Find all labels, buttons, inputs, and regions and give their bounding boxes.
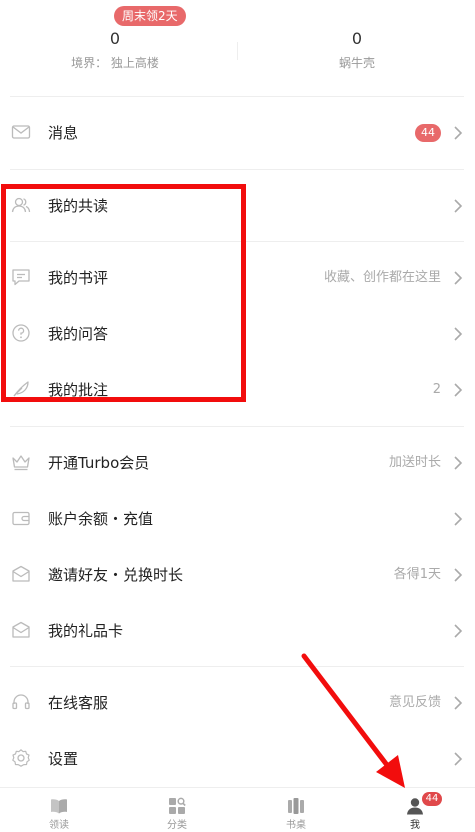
menu-label: 在线客服 bbox=[48, 694, 109, 712]
tab-shelf[interactable]: 书桌 bbox=[237, 788, 355, 832]
chevron-right-icon bbox=[454, 327, 463, 341]
profile-stats: 周末领2天 0 境界： 独上高楼 0 蜗牛壳 bbox=[0, 0, 475, 96]
shells-stat[interactable]: 0 蜗牛壳 bbox=[262, 28, 452, 71]
divider bbox=[10, 169, 464, 170]
divider bbox=[10, 666, 464, 667]
gear-icon bbox=[12, 749, 30, 767]
chevron-right-icon bbox=[454, 456, 463, 470]
crown-icon bbox=[12, 455, 30, 471]
tab-label: 我 bbox=[410, 820, 420, 831]
chevron-right-icon bbox=[454, 199, 463, 213]
tab-label: 书桌 bbox=[286, 820, 306, 831]
menu-item-gift-card[interactable]: 我的礼品卡 bbox=[0, 606, 475, 656]
menu-hint: 加送时长 bbox=[388, 455, 441, 470]
menu-hint: 2 bbox=[432, 382, 441, 397]
menu-label: 消息 bbox=[48, 124, 79, 142]
menu-label: 我的礼品卡 bbox=[48, 622, 124, 640]
gift-card-icon bbox=[12, 621, 30, 638]
chevron-right-icon bbox=[454, 126, 463, 140]
menu-label: 开通Turbo会员 bbox=[48, 454, 150, 472]
menu-hint: 各得1天 bbox=[393, 567, 441, 582]
realm-label: 境界： 独上高楼 bbox=[71, 56, 159, 70]
chevron-right-icon bbox=[454, 512, 463, 526]
menu-item-messages[interactable]: 消息 44 bbox=[0, 108, 475, 158]
books-icon bbox=[288, 798, 304, 814]
shells-value: 0 bbox=[351, 29, 363, 48]
menu-label: 账户余额・充值 bbox=[48, 510, 154, 528]
menu-item-balance[interactable]: 账户余额・充值 bbox=[0, 494, 475, 544]
chevron-right-icon bbox=[454, 696, 463, 710]
chevron-right-icon bbox=[454, 271, 463, 285]
divider bbox=[10, 426, 464, 427]
menu-hint: 收藏、创作都在这里 bbox=[323, 270, 441, 285]
envelope-icon bbox=[12, 565, 30, 582]
menu-item-invite[interactable]: 邀请好友・兑换时长 各得1天 bbox=[0, 550, 475, 600]
chevron-right-icon bbox=[454, 568, 463, 582]
chevron-right-icon bbox=[454, 624, 463, 638]
tab-me[interactable]: 44 我 bbox=[356, 788, 474, 832]
chevron-right-icon bbox=[454, 752, 463, 766]
tab-category[interactable]: 分类 bbox=[118, 788, 236, 832]
tab-reading[interactable]: 领读 bbox=[0, 788, 118, 832]
chevron-right-icon bbox=[454, 383, 463, 397]
promo-badge[interactable]: 周末领2天 bbox=[114, 6, 186, 26]
stat-divider bbox=[237, 42, 238, 60]
tab-label: 分类 bbox=[167, 820, 187, 831]
menu-hint: 意见反馈 bbox=[388, 695, 441, 710]
menu-label: 邀请好友・兑换时长 bbox=[48, 566, 184, 584]
realm-stat[interactable]: 0 境界： 独上高楼 bbox=[20, 28, 210, 71]
category-icon bbox=[169, 797, 186, 814]
message-count-badge: 44 bbox=[415, 124, 441, 142]
menu-item-turbo[interactable]: 开通Turbo会员 加送时长 bbox=[0, 438, 475, 488]
headset-icon bbox=[12, 694, 30, 710]
tab-label: 领读 bbox=[49, 820, 69, 831]
menu-label: 设置 bbox=[48, 750, 79, 768]
tab-me-badge: 44 bbox=[422, 792, 442, 806]
divider bbox=[10, 96, 464, 97]
book-open-icon bbox=[51, 799, 67, 814]
annotation-highlight-box bbox=[1, 184, 246, 402]
mail-icon bbox=[11, 125, 31, 139]
menu-item-support[interactable]: 在线客服 意见反馈 bbox=[0, 678, 475, 728]
bottom-tab-bar: 领读 分类 书桌 44 我 bbox=[0, 787, 475, 832]
wallet-icon bbox=[12, 511, 30, 526]
realm-value: 0 bbox=[109, 29, 121, 48]
shells-label: 蜗牛壳 bbox=[338, 56, 375, 70]
menu-item-settings[interactable]: 设置 bbox=[0, 734, 475, 784]
